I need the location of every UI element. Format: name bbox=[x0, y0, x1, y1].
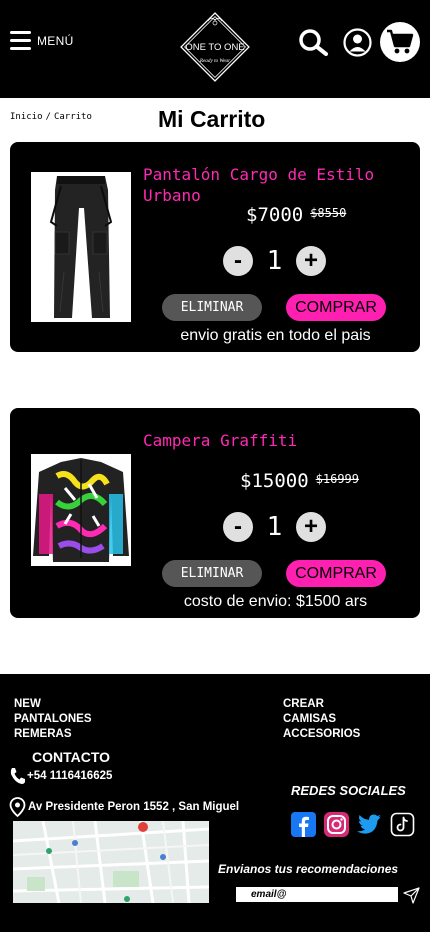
contact-title: CONTACTO bbox=[32, 749, 111, 765]
breadcrumb-separator: / bbox=[45, 112, 51, 122]
address-text: Av Presidente Peron 1552 , San Miguel bbox=[28, 801, 240, 813]
social-icons bbox=[291, 812, 415, 837]
cart-item: Pantalón Cargo de Estilo Urbano $7000 $8… bbox=[10, 142, 420, 352]
footer-link-camisas[interactable]: CAMISAS bbox=[283, 712, 360, 727]
brand-logo[interactable]: ONE TO ONE Ready to Wear bbox=[172, 4, 258, 90]
instagram-icon[interactable] bbox=[324, 812, 349, 837]
product-old-price: $16999 bbox=[315, 472, 359, 486]
product-name[interactable]: Campera Graffiti bbox=[143, 430, 403, 451]
phone-number: +54 1116416625 bbox=[27, 769, 113, 782]
search-icon[interactable] bbox=[297, 28, 329, 56]
quantity-stepper: - 1 + bbox=[223, 511, 326, 543]
footer-link-crear[interactable]: CREAR bbox=[283, 697, 360, 712]
product-image bbox=[31, 454, 131, 566]
menu-label: MENÚ bbox=[37, 33, 74, 48]
footer-link-remeras[interactable]: REMERAS bbox=[14, 727, 92, 742]
location-map[interactable] bbox=[13, 821, 209, 903]
site-footer: NEW PANTALONES REMERAS CREAR CAMISAS ACC… bbox=[0, 674, 430, 932]
breadcrumb-home-link[interactable]: Inicio bbox=[10, 112, 43, 122]
product-old-price: $8550 bbox=[310, 206, 347, 220]
recommendations-title: Envianos tus recomendaciones bbox=[218, 862, 399, 876]
footer-link-accesorios[interactable]: ACCESORIOS bbox=[283, 727, 360, 742]
cart-item: Campera Graffiti $15000 $16999 - 1 + ELI… bbox=[10, 408, 420, 618]
product-price: $7000 bbox=[246, 204, 304, 226]
hamburger-icon bbox=[10, 31, 31, 50]
quantity-value: 1 bbox=[266, 512, 283, 542]
breadcrumb-current: Carrito bbox=[53, 112, 92, 122]
increase-quantity-button[interactable]: + bbox=[296, 512, 326, 542]
send-icon[interactable] bbox=[403, 887, 420, 904]
decrease-quantity-button[interactable]: - bbox=[223, 246, 253, 276]
svg-text:ONE TO ONE: ONE TO ONE bbox=[185, 42, 244, 53]
user-icon[interactable] bbox=[343, 28, 372, 57]
phone-icon bbox=[10, 768, 25, 784]
facebook-icon[interactable] bbox=[291, 812, 316, 837]
svg-text:Ready to Wear: Ready to Wear bbox=[199, 58, 231, 64]
quantity-value: 1 bbox=[266, 246, 283, 276]
page-title: Mi Carrito bbox=[158, 106, 266, 132]
phone-contact[interactable]: +54 1116416625 bbox=[9, 767, 112, 784]
social-title: REDES SOCIALES bbox=[291, 783, 406, 798]
footer-link-new[interactable]: NEW bbox=[14, 697, 92, 712]
footer-categories-right: CREAR CAMISAS ACCESORIOS bbox=[283, 697, 360, 742]
product-name[interactable]: Pantalón Cargo de Estilo Urbano bbox=[143, 164, 403, 206]
menu-button[interactable]: MENÚ bbox=[10, 31, 74, 50]
product-image bbox=[31, 172, 131, 322]
increase-quantity-button[interactable]: + bbox=[296, 246, 326, 276]
product-price: $15000 bbox=[240, 470, 309, 492]
footer-link-pantalones[interactable]: PANTALONES bbox=[14, 712, 92, 727]
breadcrumb: Inicio / Carrito bbox=[10, 112, 92, 122]
buy-button[interactable]: COMPRAR bbox=[286, 560, 386, 587]
remove-item-button[interactable]: ELIMINAR bbox=[162, 294, 262, 321]
decrease-quantity-button[interactable]: - bbox=[223, 512, 253, 542]
remove-item-button[interactable]: ELIMINAR bbox=[162, 560, 262, 587]
shipping-info: costo de envio: $1500 ars bbox=[183, 593, 368, 610]
twitter-icon[interactable] bbox=[357, 812, 382, 837]
shipping-info: envio gratis en todo el pais bbox=[180, 327, 371, 344]
tiktok-icon[interactable] bbox=[390, 812, 415, 837]
page: MENÚ ONE TO ONE Ready to Wear Inicio / C… bbox=[0, 0, 430, 932]
price-row: $15000 $16999 bbox=[240, 470, 359, 492]
location-pin-icon bbox=[9, 797, 26, 817]
site-header: MENÚ ONE TO ONE Ready to Wear bbox=[0, 0, 430, 98]
footer-categories-left: NEW PANTALONES REMERAS bbox=[14, 697, 92, 742]
quantity-stepper: - 1 + bbox=[223, 245, 326, 277]
cart-button[interactable] bbox=[380, 22, 420, 62]
price-row: $7000 $8550 bbox=[246, 204, 346, 226]
address-contact[interactable]: Av Presidente Peron 1552 , San Miguel bbox=[9, 797, 239, 817]
buy-button[interactable]: COMPRAR bbox=[286, 294, 386, 321]
cart-icon bbox=[387, 29, 414, 54]
email-input[interactable] bbox=[236, 887, 398, 902]
